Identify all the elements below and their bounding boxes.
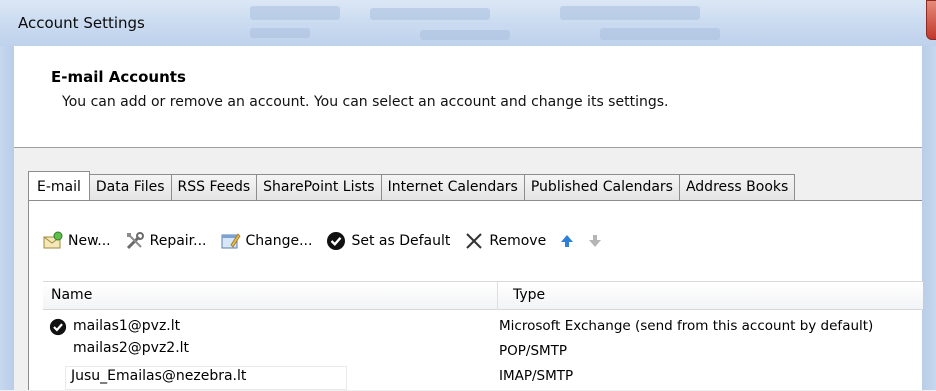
- tab-rss-feeds[interactable]: RSS Feeds: [170, 174, 258, 200]
- remove-button[interactable]: Remove: [464, 231, 546, 251]
- background-blur: [250, 28, 310, 38]
- account-name: mailas1@pvz.lt: [73, 318, 181, 334]
- set-as-default-button[interactable]: Set as Default: [326, 231, 450, 251]
- header-description: You can add or remove an account. You ca…: [62, 94, 669, 110]
- column-header-name[interactable]: Name: [51, 287, 92, 303]
- header-title: E-mail Accounts: [51, 68, 186, 86]
- tab-sharepoint-lists[interactable]: SharePoint Lists: [256, 174, 382, 200]
- account-list: Name Type mailas1@pvz.lt Microsoft Excha…: [43, 281, 923, 391]
- background-blur: [600, 28, 720, 40]
- change-button[interactable]: Change...: [221, 231, 313, 251]
- remove-button-label: Remove: [489, 233, 547, 249]
- window-frame-right: [922, 46, 936, 390]
- table-row[interactable]: mailas2@pvz2.lt POP/SMTP: [43, 340, 923, 362]
- account-type: Microsoft Exchange (send from this accou…: [499, 318, 874, 334]
- move-up-arrow-icon[interactable]: [560, 234, 574, 248]
- account-type: POP/SMTP: [499, 343, 568, 359]
- tab-address-books[interactable]: Address Books: [678, 174, 796, 200]
- new-button[interactable]: New...: [43, 231, 111, 251]
- check-circle-icon: [326, 231, 346, 251]
- dialog-header: E-mail Accounts You can add or remove an…: [14, 46, 922, 148]
- account-name: Jusu_Emailas@nezebra.lt: [71, 368, 247, 384]
- background-blur: [250, 6, 340, 20]
- repair-tools-icon: [125, 231, 145, 251]
- move-down-arrow-icon[interactable]: [588, 234, 602, 248]
- set-as-default-label: Set as Default: [351, 233, 451, 249]
- toolbar: New... Repair... Change... Set as Defaul…: [43, 229, 616, 253]
- window-frame-left: [0, 46, 14, 390]
- account-type: IMAP/SMTP: [499, 368, 574, 384]
- tab-data-files[interactable]: Data Files: [88, 174, 172, 200]
- column-divider: [497, 282, 498, 310]
- remove-x-icon: [464, 231, 484, 251]
- account-name: mailas2@pvz2.lt: [73, 340, 190, 356]
- tab-published-calendars[interactable]: Published Calendars: [523, 174, 680, 200]
- email-tab-panel: New... Repair... Change... Set as Defaul…: [28, 200, 923, 391]
- list-header: Name Type: [43, 282, 923, 310]
- new-mail-icon: [43, 231, 63, 251]
- repair-button-label: Repair...: [149, 233, 207, 249]
- background-blur: [560, 6, 700, 20]
- background-blur: [420, 30, 510, 40]
- repair-button[interactable]: Repair...: [125, 231, 207, 251]
- tab-email[interactable]: E-mail: [28, 171, 90, 200]
- change-settings-icon: [221, 231, 241, 251]
- close-button[interactable]: [926, 0, 936, 40]
- title-bar[interactable]: Account Settings: [0, 0, 936, 46]
- default-account-check-icon: [49, 318, 67, 340]
- new-button-label: New...: [68, 233, 111, 249]
- tab-strip: E-mail Data Files RSS Feeds SharePoint L…: [28, 171, 796, 200]
- dialog-content: E-mail Accounts You can add or remove an…: [14, 46, 923, 391]
- table-row-selected[interactable]: Jusu_Emailas@nezebra.lt IMAP/SMTP: [43, 366, 923, 390]
- tab-internet-calendars[interactable]: Internet Calendars: [380, 174, 525, 200]
- window-title: Account Settings: [18, 14, 145, 32]
- change-button-label: Change...: [245, 233, 313, 249]
- table-row[interactable]: mailas1@pvz.lt Microsoft Exchange (send …: [43, 318, 923, 340]
- account-settings-window: Account Settings E-mail Accounts You can…: [0, 0, 936, 390]
- column-header-type[interactable]: Type: [513, 287, 545, 303]
- background-blur: [370, 8, 490, 20]
